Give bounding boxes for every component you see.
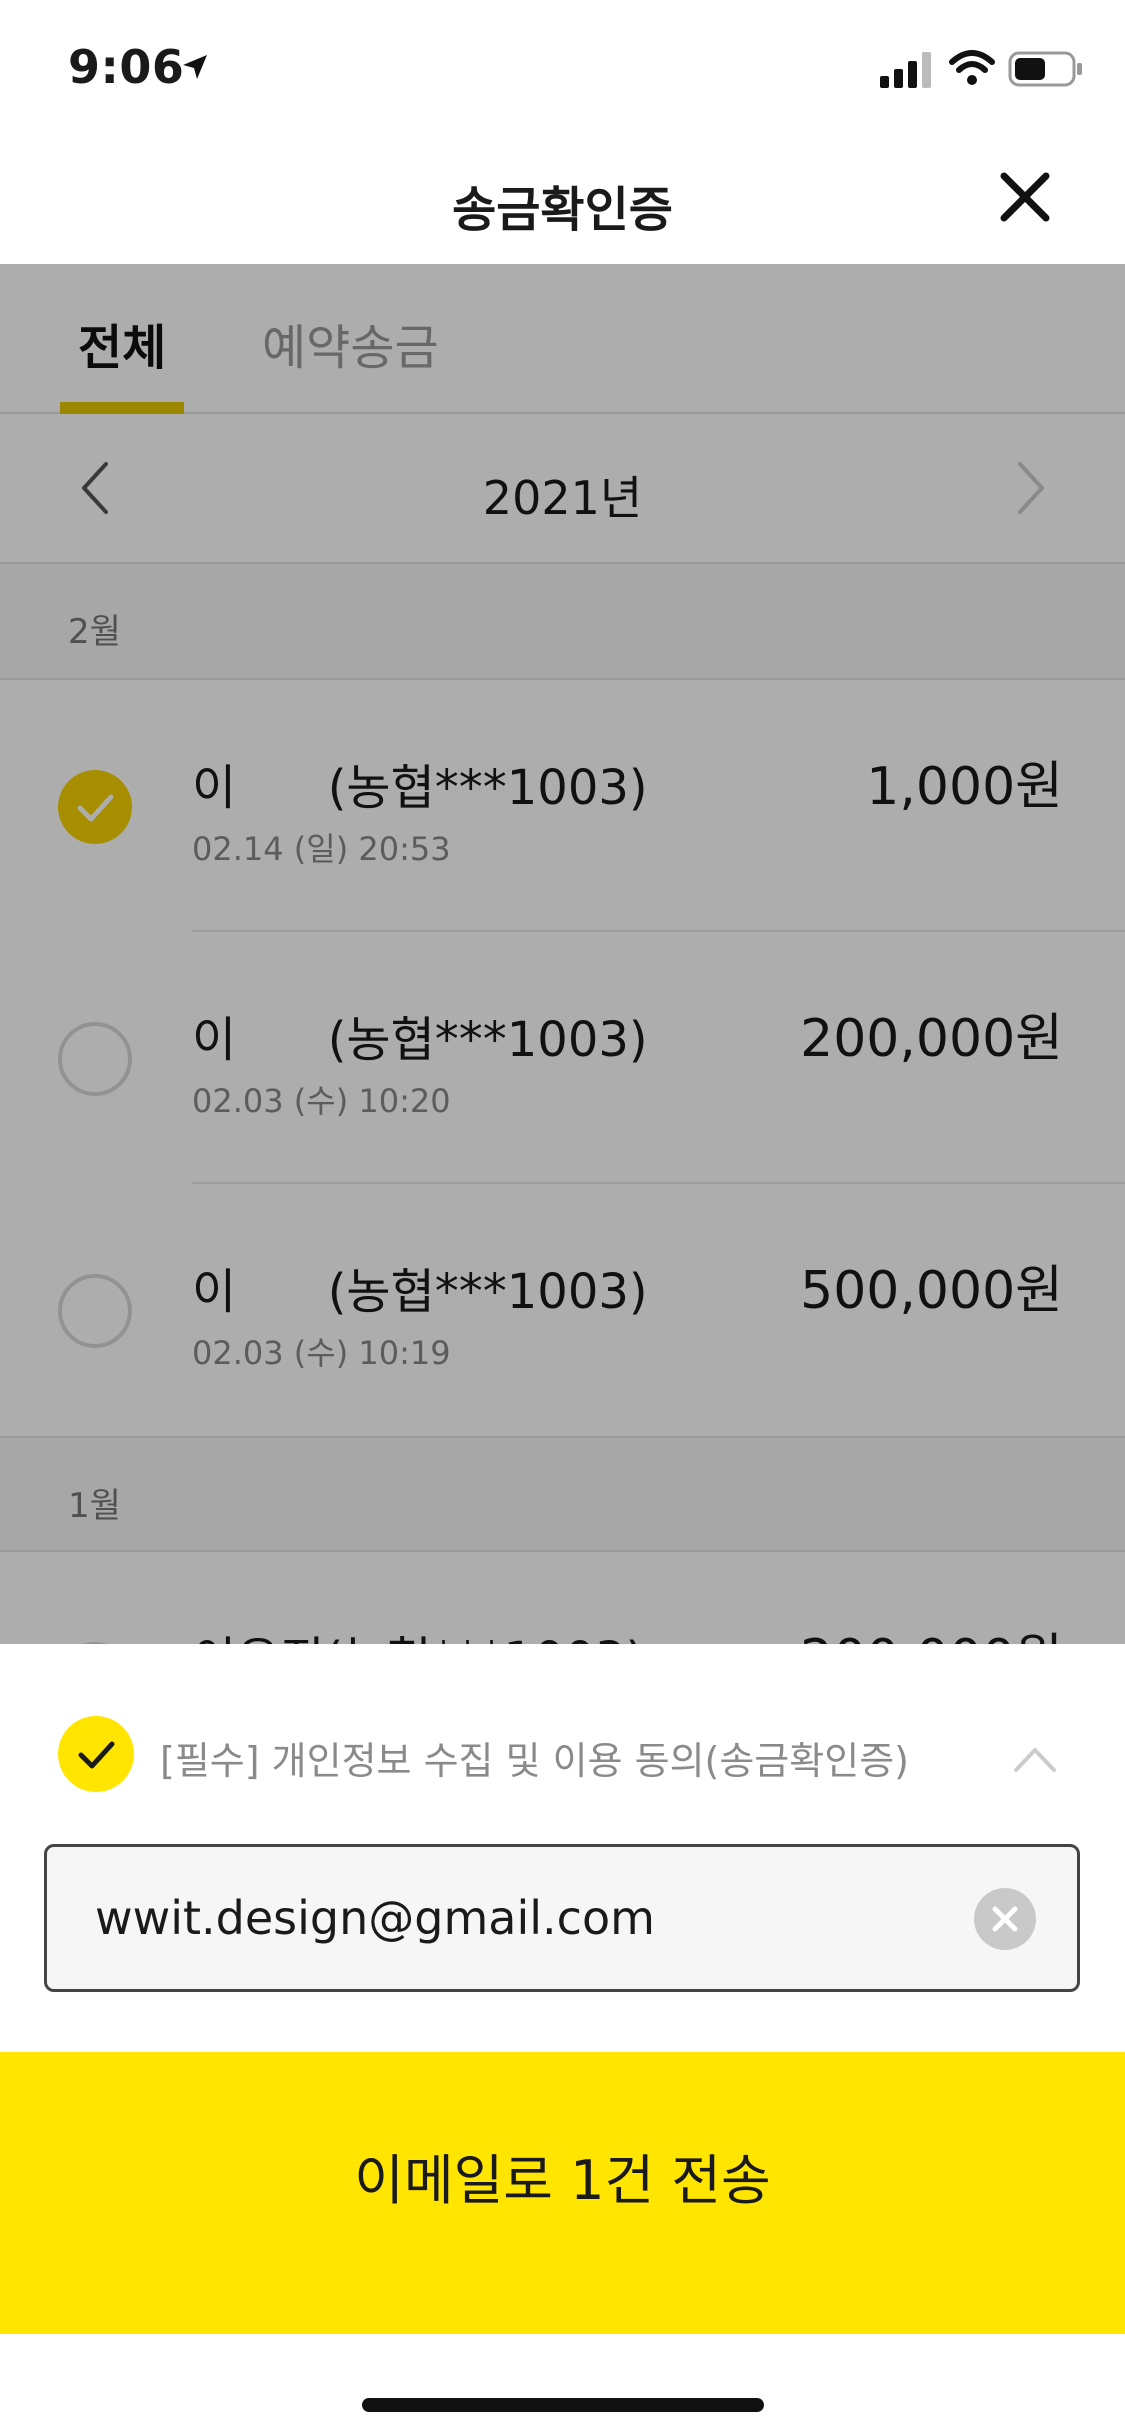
cellular-signal-icon: [880, 52, 931, 88]
checked-circle-icon[interactable]: [56, 1714, 136, 1794]
email-field[interactable]: wwit.design@gmail.com: [44, 1844, 1080, 1992]
modal-dim-overlay[interactable]: [0, 264, 1125, 1644]
wifi-icon: [949, 50, 995, 85]
consent-row[interactable]: [필수] 개인정보 수집 및 이용 동의(송금확인증): [0, 1644, 1125, 1844]
send-email-button[interactable]: 이메일로 1건 전송: [0, 2052, 1125, 2334]
header: 송금확인증: [0, 132, 1125, 264]
status-bar: 9:06: [0, 0, 1125, 132]
email-value: wwit.design@gmail.com: [95, 1891, 655, 1945]
location-arrow-icon: [183, 55, 207, 79]
consent-label: [필수] 개인정보 수집 및 이용 동의(송금확인증): [160, 1739, 909, 1783]
close-icon[interactable]: [990, 162, 1060, 232]
email-send-sheet: [필수] 개인정보 수집 및 이용 동의(송금확인증) wwit.design@…: [0, 1644, 1125, 2436]
chevron-up-icon[interactable]: [1010, 1740, 1060, 1776]
send-email-label: 이메일로 1건 전송: [354, 2149, 771, 2212]
status-time: 9:06: [68, 40, 185, 94]
clear-input-icon[interactable]: [973, 1887, 1037, 1951]
home-indicator: [362, 2398, 764, 2412]
page-title: 송금확인증: [452, 182, 673, 238]
battery-icon: [1008, 51, 1082, 87]
